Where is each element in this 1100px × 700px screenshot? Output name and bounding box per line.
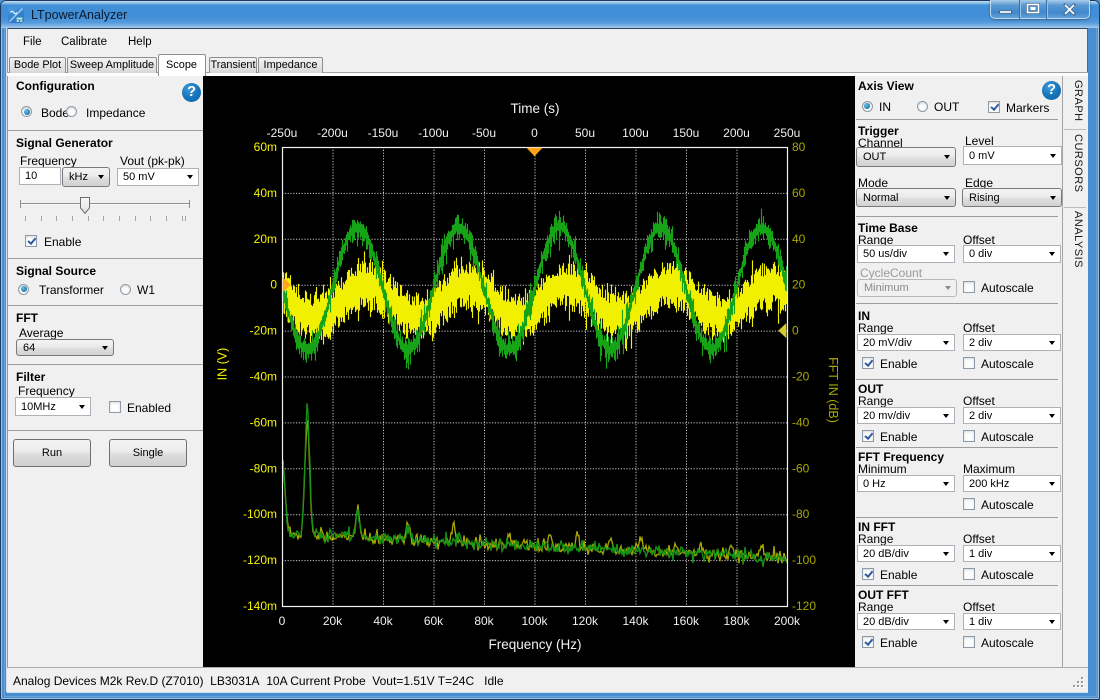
svg-text:160k: 160k [673,614,700,628]
svg-text:-250u: -250u [267,126,298,140]
svg-text:80k: 80k [474,614,494,628]
svg-text:80: 80 [792,140,806,154]
svg-text:180k: 180k [723,614,750,628]
svg-text:20m: 20m [254,232,277,246]
svg-text:150u: 150u [673,126,700,140]
svg-text:-140m: -140m [243,599,277,613]
svg-text:20k: 20k [323,614,343,628]
svg-text:-40m: -40m [250,370,277,384]
svg-text:140k: 140k [622,614,649,628]
svg-text:40k: 40k [373,614,393,628]
svg-text:100u: 100u [622,126,649,140]
svg-text:-60: -60 [792,461,810,475]
svg-text:Frequency (Hz): Frequency (Hz) [488,637,581,652]
svg-text:0: 0 [270,278,277,292]
svg-text:60m: 60m [254,140,277,154]
svg-text:-80m: -80m [250,461,277,475]
svg-text:200k: 200k [774,614,801,628]
svg-text:200u: 200u [723,126,750,140]
svg-text:40: 40 [792,232,806,246]
svg-text:50u: 50u [575,126,595,140]
svg-text:-40: -40 [792,415,810,429]
svg-text:-200u: -200u [317,126,348,140]
svg-text:-20: -20 [792,370,810,384]
svg-text:120k: 120k [572,614,599,628]
svg-text:FFT IN (dB): FFT IN (dB) [826,357,840,423]
svg-text:-120m: -120m [243,553,277,567]
svg-text:20: 20 [792,278,806,292]
svg-text:-60m: -60m [250,415,277,429]
svg-text:0: 0 [531,126,538,140]
svg-text:0: 0 [279,614,286,628]
svg-text:-100u: -100u [418,126,449,140]
svg-text:250u: 250u [774,126,801,140]
svg-text:-150u: -150u [368,126,399,140]
svg-text:0: 0 [792,324,799,338]
svg-text:IN (V): IN (V) [216,348,230,381]
svg-text:-20m: -20m [250,324,277,338]
svg-text:-50u: -50u [472,126,496,140]
svg-text:-120: -120 [792,599,816,613]
svg-text:-100m: -100m [243,507,277,521]
svg-text:40m: 40m [254,186,277,200]
svg-text:100k: 100k [521,614,548,628]
svg-text:Time (s): Time (s) [511,101,560,116]
svg-text:-80: -80 [792,507,810,521]
svg-text:60: 60 [792,186,806,200]
svg-text:60k: 60k [424,614,444,628]
svg-text:-100: -100 [792,553,816,567]
